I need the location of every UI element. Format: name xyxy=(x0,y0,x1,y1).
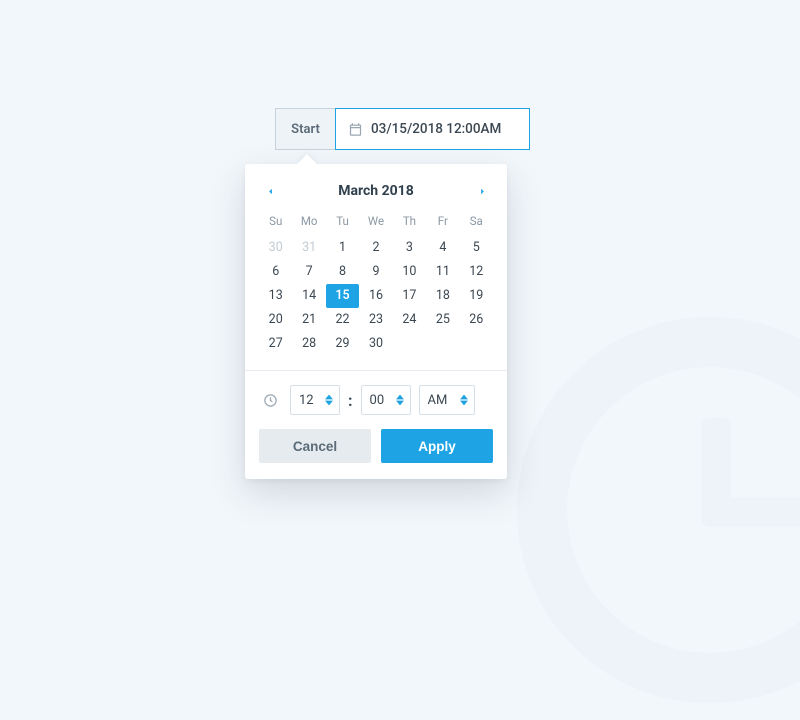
datetime-input-group: Start 03/15/2018 12:00AM xyxy=(275,108,530,150)
day-cell[interactable]: 29 xyxy=(326,332,359,356)
weekday-label: Su xyxy=(259,210,292,236)
day-cell[interactable]: 15 xyxy=(326,284,359,308)
apply-button[interactable]: Apply xyxy=(381,429,493,463)
time-picker: 12 : 00 AM xyxy=(259,385,493,415)
day-cell[interactable]: 12 xyxy=(460,260,493,284)
clock-icon xyxy=(263,393,278,408)
day-cell-empty xyxy=(460,332,493,356)
weekday-label: Th xyxy=(393,210,426,236)
day-cell[interactable]: 16 xyxy=(359,284,392,308)
minute-value: 00 xyxy=(370,393,385,408)
day-cell[interactable]: 7 xyxy=(292,260,325,284)
day-cell[interactable]: 11 xyxy=(426,260,459,284)
day-cell[interactable]: 28 xyxy=(292,332,325,356)
time-colon: : xyxy=(348,391,353,410)
divider xyxy=(245,370,507,371)
stepper-carets-icon xyxy=(396,394,404,406)
datetime-value: 03/15/2018 12:00AM xyxy=(371,121,501,137)
weekday-label: Fr xyxy=(426,210,459,236)
day-cell[interactable]: 24 xyxy=(393,308,426,332)
day-cell[interactable]: 30 xyxy=(259,236,292,260)
week-row: 6789101112 xyxy=(259,260,493,284)
start-label: Start xyxy=(275,108,335,150)
day-cell[interactable]: 19 xyxy=(460,284,493,308)
weekday-label: Mo xyxy=(292,210,325,236)
day-cell[interactable]: 6 xyxy=(259,260,292,284)
day-cell-empty xyxy=(393,332,426,356)
day-cell[interactable]: 14 xyxy=(292,284,325,308)
background-clock-deco xyxy=(500,300,800,720)
cancel-button[interactable]: Cancel xyxy=(259,429,371,463)
month-nav: March 2018 xyxy=(259,178,493,210)
stepper-carets-icon xyxy=(325,394,333,406)
chevron-left-icon xyxy=(265,186,276,197)
action-row: Cancel Apply xyxy=(259,429,493,463)
day-cell[interactable]: 5 xyxy=(460,236,493,260)
chevron-right-icon xyxy=(477,186,488,197)
day-cell[interactable]: 2 xyxy=(359,236,392,260)
week-row: 13141516171819 xyxy=(259,284,493,308)
day-cell[interactable]: 17 xyxy=(393,284,426,308)
day-cell[interactable]: 22 xyxy=(326,308,359,332)
day-cell[interactable]: 20 xyxy=(259,308,292,332)
day-cell[interactable]: 26 xyxy=(460,308,493,332)
day-cell[interactable]: 18 xyxy=(426,284,459,308)
calendar-icon xyxy=(348,122,363,137)
day-cell[interactable]: 31 xyxy=(292,236,325,260)
day-cell[interactable]: 3 xyxy=(393,236,426,260)
prev-month-button[interactable] xyxy=(261,182,279,200)
month-title: March 2018 xyxy=(338,183,414,199)
day-cell[interactable]: 30 xyxy=(359,332,392,356)
day-cell[interactable]: 10 xyxy=(393,260,426,284)
week-row: 303112345 xyxy=(259,236,493,260)
datetime-input[interactable]: 03/15/2018 12:00AM xyxy=(335,108,530,150)
day-cell[interactable]: 25 xyxy=(426,308,459,332)
week-row: 20212223242526 xyxy=(259,308,493,332)
day-cell-empty xyxy=(426,332,459,356)
day-cell[interactable]: 27 xyxy=(259,332,292,356)
ampm-value: AM xyxy=(428,393,448,408)
day-cell[interactable]: 8 xyxy=(326,260,359,284)
hour-value: 12 xyxy=(299,393,314,408)
day-cell[interactable]: 13 xyxy=(259,284,292,308)
hour-stepper[interactable]: 12 xyxy=(290,385,340,415)
day-cell[interactable]: 21 xyxy=(292,308,325,332)
weekday-label: Tu xyxy=(326,210,359,236)
ampm-stepper[interactable]: AM xyxy=(419,385,475,415)
weekday-label: Sa xyxy=(460,210,493,236)
day-cell[interactable]: 4 xyxy=(426,236,459,260)
stepper-carets-icon xyxy=(460,394,468,406)
day-cell[interactable]: 1 xyxy=(326,236,359,260)
weekday-header: SuMoTuWeThFrSa xyxy=(259,210,493,236)
weekday-label: We xyxy=(359,210,392,236)
day-cell[interactable]: 23 xyxy=(359,308,392,332)
week-row: 27282930 xyxy=(259,332,493,356)
datepicker-popover: March 2018 SuMoTuWeThFrSa 30311234567891… xyxy=(245,164,507,479)
minute-stepper[interactable]: 00 xyxy=(361,385,411,415)
day-cell[interactable]: 9 xyxy=(359,260,392,284)
next-month-button[interactable] xyxy=(473,182,491,200)
